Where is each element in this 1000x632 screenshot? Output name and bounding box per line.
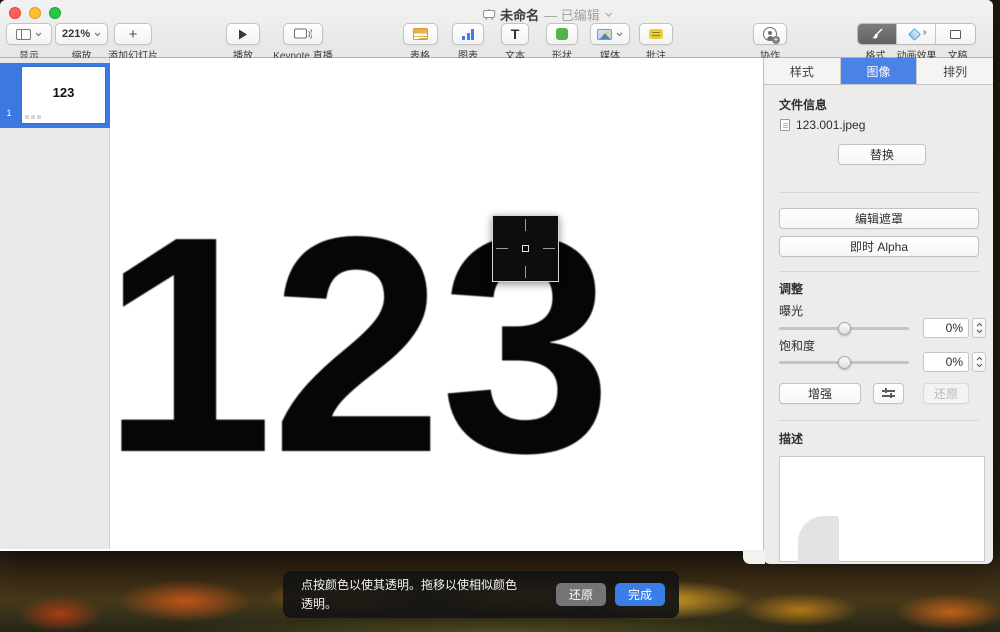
slide-thumbnail[interactable]: 123 (22, 67, 105, 123)
animate-diamond-icon (909, 28, 923, 40)
window-bottom-tab (743, 550, 765, 564)
tab-image[interactable]: 图像 (841, 58, 918, 84)
zoom-window-button[interactable] (49, 7, 61, 19)
format-brush-icon (871, 28, 884, 41)
titlebar-toolbar: 未命名 — 已编辑 显示 221% 缩放 + 添加幻灯片 (0, 0, 993, 58)
exposure-slider[interactable] (779, 327, 909, 330)
saturation-value-field[interactable]: 0% (923, 352, 969, 372)
slide-navigator: 123 1 (0, 58, 110, 549)
slide-number: 1 (0, 108, 18, 118)
reset-adjustments-button[interactable]: 还原 (923, 383, 969, 404)
shape-button[interactable]: 形状 (542, 23, 582, 62)
document-proxy-icon (482, 9, 495, 20)
text-button[interactable]: T 文本 (495, 23, 535, 62)
divider (779, 192, 979, 193)
slide-thumbnail-text: 123 (22, 85, 105, 100)
crosshair-tick-top (525, 219, 526, 231)
file-info-row: 123.001.jpeg (780, 118, 865, 132)
instant-alpha-button[interactable]: 即时 Alpha (779, 236, 979, 257)
instant-alpha-toast: 点按颜色以使其透明。拖移以使相似颜色透明。 还原 完成 (283, 571, 679, 618)
adjust-heading: 调整 (779, 280, 803, 297)
title-chevron-down-icon[interactable] (605, 12, 613, 17)
saturation-slider[interactable] (779, 361, 909, 364)
document-title: 未命名 (500, 5, 539, 24)
add-slide-button[interactable]: + 添加幻灯片 (104, 23, 162, 62)
crosshair-tick-right (543, 248, 555, 249)
replace-button[interactable]: 替换 (838, 144, 926, 165)
document-icon (950, 30, 961, 39)
slide-canvas[interactable]: 123 (110, 58, 763, 551)
crosshair-tick-bottom (525, 266, 526, 278)
play-icon (238, 29, 248, 40)
slide-thumbnail-dots (25, 115, 41, 119)
adjust-levels-button[interactable] (873, 383, 904, 404)
stepper-down-icon (976, 363, 983, 368)
stepper-up-icon (976, 356, 983, 361)
saturation-stepper[interactable] (972, 352, 986, 372)
exposure-label: 曝光 (779, 302, 803, 319)
chevron-down-icon (616, 32, 623, 37)
instant-alpha-picker[interactable] (492, 215, 559, 282)
zoom-value: 221% (62, 28, 90, 40)
minimize-window-button[interactable] (29, 7, 41, 19)
file-icon (780, 119, 790, 131)
collaborate-button[interactable]: 协作 (750, 23, 790, 62)
shape-icon (556, 28, 568, 40)
chart-icon (462, 29, 474, 40)
table-button[interactable]: 表格 (400, 23, 440, 62)
media-button[interactable]: 媒体 (587, 23, 633, 62)
tab-arrange[interactable]: 排列 (917, 58, 993, 84)
toast-reset-button[interactable]: 还原 (556, 583, 606, 606)
format-inspector: 样式 图像 排列 文件信息 123.001.jpeg 替换 编辑遮罩 即时 Al… (763, 58, 993, 564)
stepper-up-icon (976, 322, 983, 327)
view-button[interactable]: 显示 (6, 23, 52, 62)
document-button[interactable] (936, 24, 975, 44)
chart-button[interactable]: 图表 (448, 23, 488, 62)
stepper-down-icon (976, 329, 983, 334)
toast-message: 点按颜色以使其透明。拖移以使相似颜色透明。 (301, 576, 517, 613)
collaborate-icon (763, 27, 777, 41)
text-icon: T (511, 27, 520, 41)
animate-button[interactable] (897, 24, 936, 44)
keynote-window: 未命名 — 已编辑 显示 221% 缩放 + 添加幻灯片 (0, 0, 993, 551)
keynote-live-icon (294, 28, 312, 40)
close-window-button[interactable] (9, 7, 21, 19)
exposure-value-field[interactable]: 0% (923, 318, 969, 338)
saturation-label: 饱和度 (779, 337, 815, 354)
chevron-down-icon (94, 32, 101, 37)
description-heading: 描述 (779, 430, 803, 447)
exposure-stepper[interactable] (972, 318, 986, 338)
window-title: 未命名 — 已编辑 (482, 5, 613, 24)
enhance-button[interactable]: 增强 (779, 383, 861, 404)
crosshair-tick-left (496, 248, 508, 249)
divider (779, 271, 979, 272)
keynote-live-button[interactable]: Keynote 直播 (272, 23, 334, 62)
levels-icon (882, 388, 895, 399)
tab-style[interactable]: 样式 (764, 58, 841, 84)
comment-icon (649, 29, 663, 39)
play-button[interactable]: 播放 (226, 23, 260, 62)
view-pane-icon (16, 29, 31, 40)
inspector-segment-group: 格式 动画效果 文稿 (855, 23, 978, 62)
divider (779, 420, 979, 421)
inspector-tabs: 样式 图像 排列 (764, 58, 993, 85)
chevron-down-icon (35, 32, 42, 37)
decorative-gray-shape (798, 516, 839, 564)
document-edit-state: — 已编辑 (544, 5, 600, 24)
comment-button[interactable]: 批注 (636, 23, 676, 62)
media-icon (597, 29, 612, 40)
format-button[interactable] (858, 24, 897, 44)
toast-done-button[interactable]: 完成 (615, 583, 665, 606)
crosshair-center-square (522, 245, 529, 252)
file-name: 123.001.jpeg (796, 118, 865, 132)
plus-icon: + (129, 27, 138, 42)
exposure-slider-thumb[interactable] (838, 322, 851, 335)
edit-mask-button[interactable]: 编辑遮罩 (779, 208, 979, 229)
saturation-slider-thumb[interactable] (838, 356, 851, 369)
file-info-heading: 文件信息 (779, 96, 827, 113)
table-icon (413, 28, 428, 40)
zoom-dropdown[interactable]: 221% 缩放 (55, 23, 108, 62)
